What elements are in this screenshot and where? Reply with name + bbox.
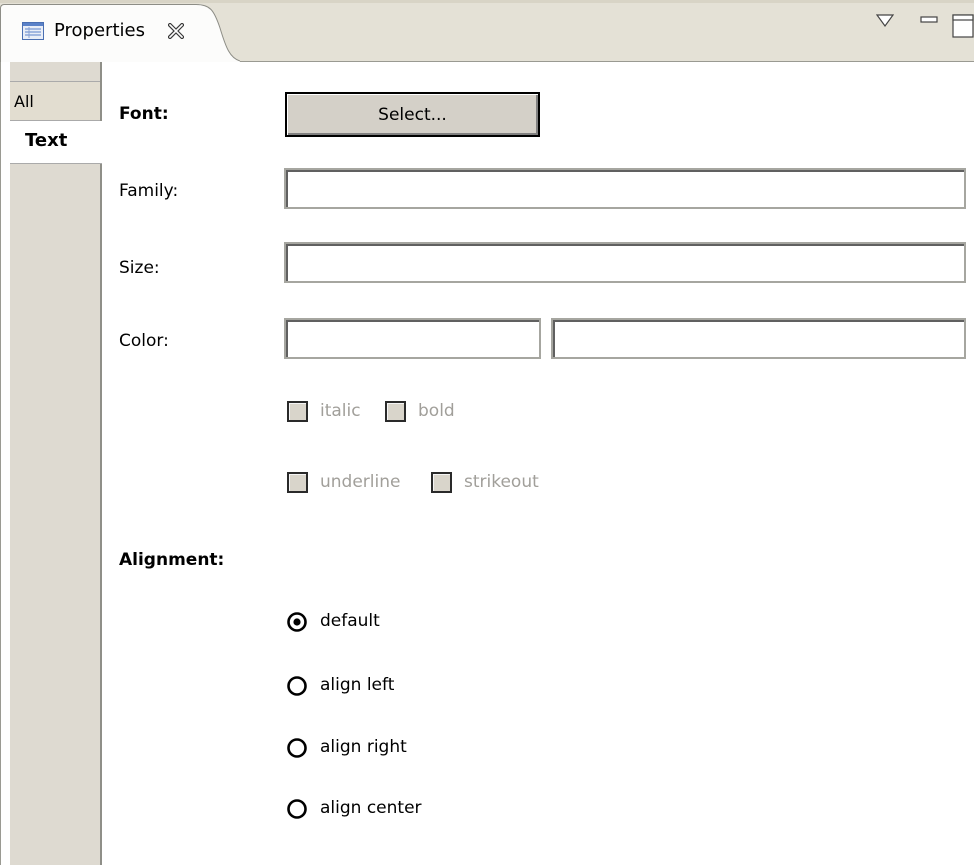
align-default-radio[interactable] [286, 611, 308, 633]
align-default-label: default [320, 611, 380, 631]
align-center-radio[interactable] [286, 798, 308, 820]
font-label: Font: [119, 104, 169, 124]
view-toolbar-stripe [0, 0, 974, 3]
maximize-icon[interactable] [952, 14, 974, 38]
section-tab-list [10, 62, 102, 865]
size-input[interactable] [284, 242, 966, 283]
family-input[interactable] [284, 168, 966, 209]
minimize-icon[interactable] [920, 14, 938, 26]
align-center-label: align center [320, 798, 422, 818]
align-right-label: align right [320, 737, 407, 757]
bold-checkbox-label: bold [418, 401, 455, 421]
strikeout-checkbox[interactable] [431, 472, 452, 493]
tab-title: Properties [54, 20, 145, 41]
color-value-input[interactable] [551, 318, 966, 359]
size-label: Size: [119, 258, 160, 278]
align-left-radio[interactable] [286, 675, 308, 697]
strikeout-checkbox-label: strikeout [464, 472, 539, 492]
select-font-button[interactable]: Select... [285, 92, 540, 137]
underline-checkbox[interactable] [287, 472, 308, 493]
section-tab-text-label: Text [25, 130, 68, 151]
italic-checkbox-label: italic [320, 401, 361, 421]
align-right-radio[interactable] [286, 737, 308, 759]
underline-checkbox-label: underline [320, 472, 401, 492]
color-input[interactable] [284, 318, 541, 359]
radio-selected-dot [293, 618, 301, 626]
properties-view-icon [22, 22, 44, 40]
view-menu-icon[interactable] [876, 14, 894, 28]
align-left-label: align left [320, 675, 395, 695]
alignment-label: Alignment: [119, 550, 225, 570]
italic-checkbox[interactable] [287, 401, 308, 422]
family-label: Family: [119, 181, 179, 201]
bold-checkbox[interactable] [385, 401, 406, 422]
section-tab-all-label: All [14, 92, 34, 111]
color-label: Color: [119, 331, 169, 351]
tab-edge-curve [196, 4, 240, 62]
close-icon[interactable] [168, 23, 184, 39]
